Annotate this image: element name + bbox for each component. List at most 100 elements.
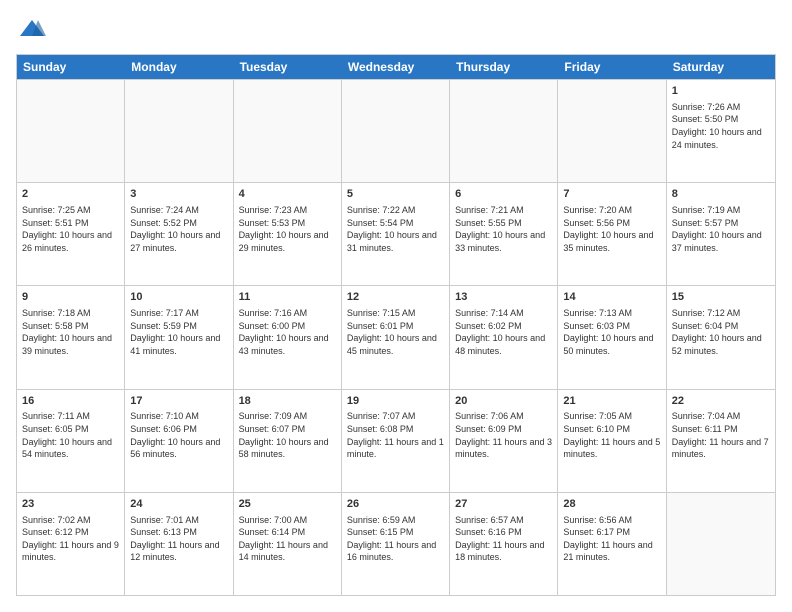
day-number: 19 — [347, 394, 444, 409]
cell-info: Sunrise: 6:57 AM Sunset: 6:16 PM Dayligh… — [455, 514, 552, 564]
day-number: 13 — [455, 290, 552, 305]
day-number: 24 — [130, 497, 227, 512]
cell-info: Sunrise: 6:56 AM Sunset: 6:17 PM Dayligh… — [563, 514, 660, 564]
weekday-header-saturday: Saturday — [667, 55, 775, 79]
calendar-cell-11: 11Sunrise: 7:16 AM Sunset: 6:00 PM Dayli… — [234, 286, 342, 388]
day-number: 8 — [672, 187, 770, 202]
weekday-header-wednesday: Wednesday — [342, 55, 450, 79]
calendar-row-0: 1 Sunrise: 7:26 AM Sunset: 5:50 PM Daylig… — [17, 79, 775, 182]
cell-info: Sunrise: 7:19 AM Sunset: 5:57 PM Dayligh… — [672, 204, 770, 254]
weekday-header-tuesday: Tuesday — [234, 55, 342, 79]
calendar-cell-14: 14 Sunrise: 7:13 AM Sunset: 6:03 PM Dayli… — [558, 286, 666, 388]
calendar-cell-23: 23 Sunrise: 7:02 AM Sunset: 6:12 PM Dayli… — [17, 493, 125, 595]
cell-info: Sunrise: 7:14 AM Sunset: 6:02 PM Dayligh… — [455, 307, 552, 357]
cell-info: Sunrise: 7:06 AM Sunset: 6:09 PM Dayligh… — [455, 410, 552, 460]
calendar-cell-5: 5Sunrise: 7:22 AM Sunset: 5:54 PM Daylig… — [342, 183, 450, 285]
cell-info: Sunrise: 7:25 AM Sunset: 5:51 PM Dayligh… — [22, 204, 119, 254]
day-number: 21 — [563, 394, 660, 409]
cell-info: Sunrise: 7:07 AM Sunset: 6:08 PM Dayligh… — [347, 410, 444, 460]
calendar: SundayMondayTuesdayWednesdayThursdayFrid… — [16, 54, 776, 596]
calendar-cell-10: 10 Sunrise: 7:17 AM Sunset: 5:59 PM Dayli… — [125, 286, 233, 388]
cell-info: Sunrise: 7:11 AM Sunset: 6:05 PM Dayligh… — [22, 410, 119, 460]
calendar-cell-empty-4 — [450, 80, 558, 182]
calendar-body: 1 Sunrise: 7:26 AM Sunset: 5:50 PM Daylig… — [17, 79, 775, 595]
cell-info: Sunrise: 6:59 AM Sunset: 6:15 PM Dayligh… — [347, 514, 444, 564]
cell-info: Sunrise: 7:02 AM Sunset: 6:12 PM Dayligh… — [22, 514, 119, 564]
day-number: 4 — [239, 187, 336, 202]
calendar-cell-8: 8 Sunrise: 7:19 AM Sunset: 5:57 PM Daylig… — [667, 183, 775, 285]
day-number: 25 — [239, 497, 336, 512]
calendar-cell-19: 19Sunrise: 7:07 AM Sunset: 6:08 PM Dayli… — [342, 390, 450, 492]
day-number: 22 — [672, 394, 770, 409]
calendar-row-4: 23 Sunrise: 7:02 AM Sunset: 6:12 PM Dayli… — [17, 492, 775, 595]
calendar-cell-empty-6 — [667, 493, 775, 595]
calendar-cell-28: 28Sunrise: 6:56 AM Sunset: 6:17 PM Dayli… — [558, 493, 666, 595]
calendar-cell-empty-1 — [125, 80, 233, 182]
day-number: 3 — [130, 187, 227, 202]
day-number: 2 — [22, 187, 119, 202]
day-number: 6 — [455, 187, 552, 202]
calendar-row-3: 16Sunrise: 7:11 AM Sunset: 6:05 PM Dayli… — [17, 389, 775, 492]
calendar-cell-27: 27 Sunrise: 6:57 AM Sunset: 6:16 PM Dayli… — [450, 493, 558, 595]
calendar-cell-24: 24 Sunrise: 7:01 AM Sunset: 6:13 PM Dayli… — [125, 493, 233, 595]
weekday-header-thursday: Thursday — [450, 55, 558, 79]
weekday-header-sunday: Sunday — [17, 55, 125, 79]
cell-info: Sunrise: 7:04 AM Sunset: 6:11 PM Dayligh… — [672, 410, 770, 460]
calendar-cell-18: 18Sunrise: 7:09 AM Sunset: 6:07 PM Dayli… — [234, 390, 342, 492]
cell-info: Sunrise: 7:01 AM Sunset: 6:13 PM Dayligh… — [130, 514, 227, 564]
calendar-cell-20: 20Sunrise: 7:06 AM Sunset: 6:09 PM Dayli… — [450, 390, 558, 492]
cell-info: Sunrise: 7:18 AM Sunset: 5:58 PM Dayligh… — [22, 307, 119, 357]
logo — [16, 16, 46, 44]
calendar-cell-empty-2 — [234, 80, 342, 182]
cell-info: Sunrise: 7:00 AM Sunset: 6:14 PM Dayligh… — [239, 514, 336, 564]
cell-info: Sunrise: 7:26 AM Sunset: 5:50 PM Dayligh… — [672, 101, 770, 151]
cell-info: Sunrise: 7:20 AM Sunset: 5:56 PM Dayligh… — [563, 204, 660, 254]
day-number: 10 — [130, 290, 227, 305]
cell-info: Sunrise: 7:21 AM Sunset: 5:55 PM Dayligh… — [455, 204, 552, 254]
header — [16, 16, 776, 44]
calendar-row-1: 2 Sunrise: 7:25 AM Sunset: 5:51 PM Daylig… — [17, 182, 775, 285]
page: SundayMondayTuesdayWednesdayThursdayFrid… — [0, 0, 792, 612]
cell-info: Sunrise: 7:13 AM Sunset: 6:03 PM Dayligh… — [563, 307, 660, 357]
weekday-header-friday: Friday — [558, 55, 666, 79]
calendar-header: SundayMondayTuesdayWednesdayThursdayFrid… — [17, 55, 775, 79]
calendar-cell-6: 6 Sunrise: 7:21 AM Sunset: 5:55 PM Daylig… — [450, 183, 558, 285]
day-number: 23 — [22, 497, 119, 512]
day-number: 16 — [22, 394, 119, 409]
calendar-cell-empty-0 — [17, 80, 125, 182]
day-number: 18 — [239, 394, 336, 409]
cell-info: Sunrise: 7:15 AM Sunset: 6:01 PM Dayligh… — [347, 307, 444, 357]
day-number: 17 — [130, 394, 227, 409]
calendar-cell-26: 26Sunrise: 6:59 AM Sunset: 6:15 PM Dayli… — [342, 493, 450, 595]
day-number: 1 — [672, 84, 770, 99]
calendar-row-2: 9 Sunrise: 7:18 AM Sunset: 5:58 PM Daylig… — [17, 285, 775, 388]
calendar-cell-17: 17Sunrise: 7:10 AM Sunset: 6:06 PM Dayli… — [125, 390, 233, 492]
day-number: 9 — [22, 290, 119, 305]
calendar-cell-16: 16Sunrise: 7:11 AM Sunset: 6:05 PM Dayli… — [17, 390, 125, 492]
day-number: 20 — [455, 394, 552, 409]
cell-info: Sunrise: 7:24 AM Sunset: 5:52 PM Dayligh… — [130, 204, 227, 254]
cell-info: Sunrise: 7:23 AM Sunset: 5:53 PM Dayligh… — [239, 204, 336, 254]
cell-info: Sunrise: 7:10 AM Sunset: 6:06 PM Dayligh… — [130, 410, 227, 460]
calendar-cell-3: 3 Sunrise: 7:24 AM Sunset: 5:52 PM Daylig… — [125, 183, 233, 285]
day-number: 14 — [563, 290, 660, 305]
calendar-cell-9: 9 Sunrise: 7:18 AM Sunset: 5:58 PM Daylig… — [17, 286, 125, 388]
calendar-cell-13: 13 Sunrise: 7:14 AM Sunset: 6:02 PM Dayli… — [450, 286, 558, 388]
cell-info: Sunrise: 7:05 AM Sunset: 6:10 PM Dayligh… — [563, 410, 660, 460]
day-number: 7 — [563, 187, 660, 202]
day-number: 5 — [347, 187, 444, 202]
calendar-cell-7: 7 Sunrise: 7:20 AM Sunset: 5:56 PM Daylig… — [558, 183, 666, 285]
day-number: 27 — [455, 497, 552, 512]
calendar-cell-2: 2 Sunrise: 7:25 AM Sunset: 5:51 PM Daylig… — [17, 183, 125, 285]
calendar-cell-1: 1 Sunrise: 7:26 AM Sunset: 5:50 PM Daylig… — [667, 80, 775, 182]
calendar-cell-25: 25 Sunrise: 7:00 AM Sunset: 6:14 PM Dayli… — [234, 493, 342, 595]
cell-info: Sunrise: 7:17 AM Sunset: 5:59 PM Dayligh… — [130, 307, 227, 357]
cell-info: Sunrise: 7:09 AM Sunset: 6:07 PM Dayligh… — [239, 410, 336, 460]
calendar-cell-12: 12Sunrise: 7:15 AM Sunset: 6:01 PM Dayli… — [342, 286, 450, 388]
day-number: 15 — [672, 290, 770, 305]
logo-icon — [18, 16, 46, 44]
cell-info: Sunrise: 7:16 AM Sunset: 6:00 PM Dayligh… — [239, 307, 336, 357]
calendar-cell-4: 4 Sunrise: 7:23 AM Sunset: 5:53 PM Daylig… — [234, 183, 342, 285]
calendar-cell-empty-3 — [342, 80, 450, 182]
weekday-header-monday: Monday — [125, 55, 233, 79]
